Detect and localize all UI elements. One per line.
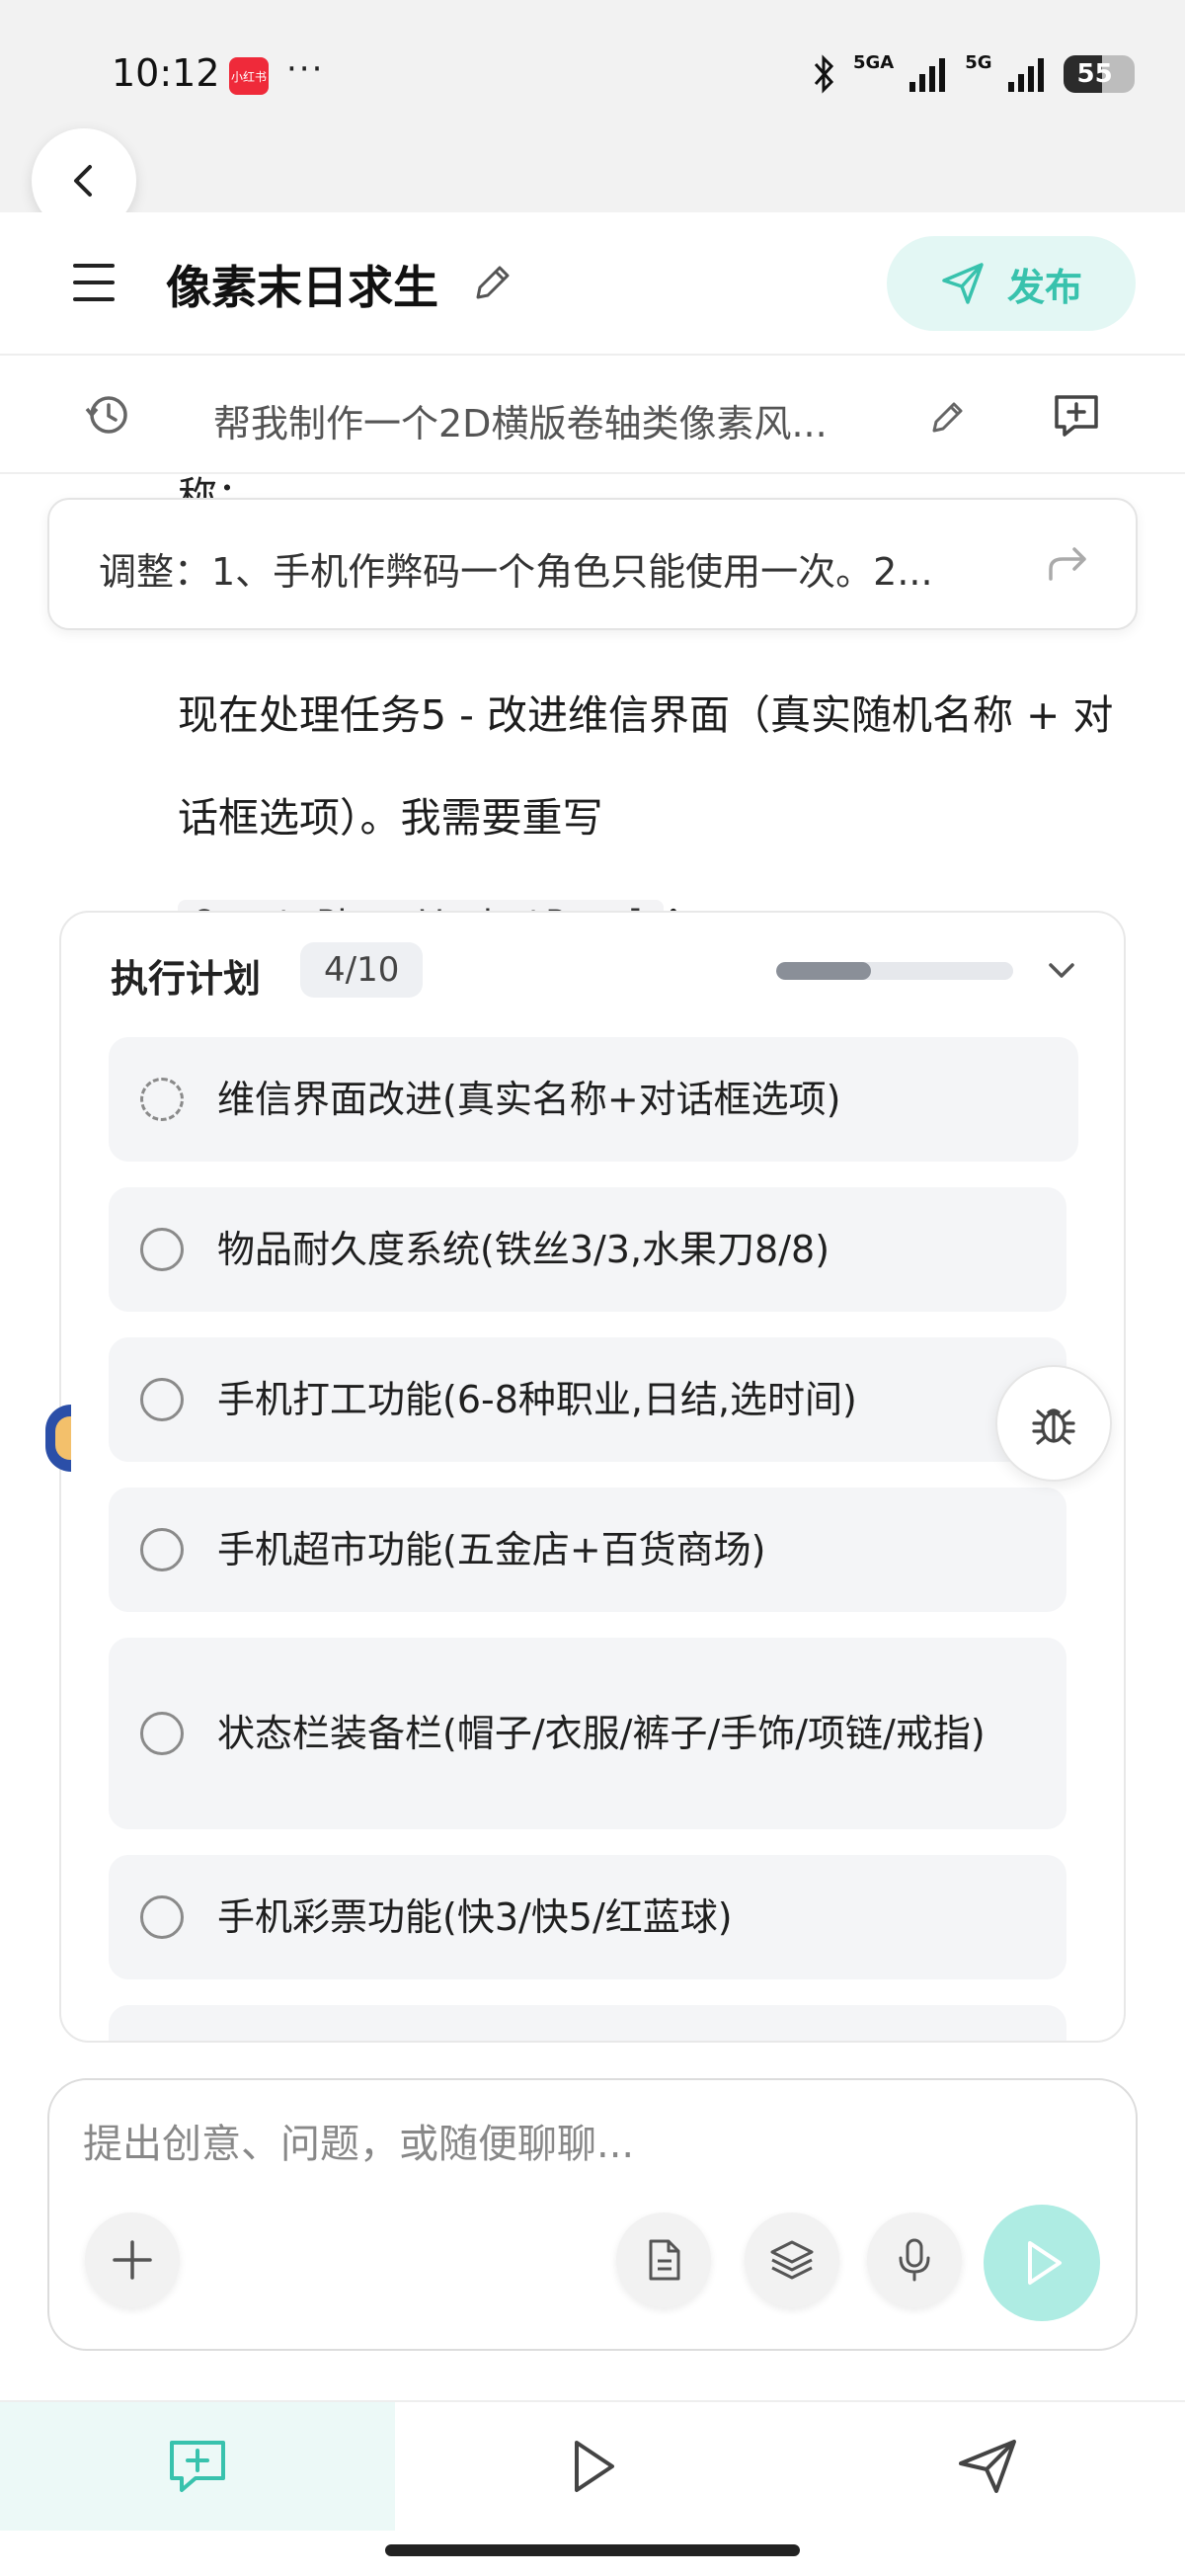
edit-task-icon[interactable] <box>926 395 970 439</box>
chat-area: 称： 调整：1、手机作弊码一个角色只能使用一次。2... 现在处理任务5 - 改… <box>0 474 1185 2074</box>
share-icon[interactable] <box>1043 539 1092 589</box>
send-button[interactable] <box>984 2205 1100 2321</box>
pending-circle-icon <box>140 1528 184 1571</box>
document-icon <box>649 2239 680 2281</box>
pending-circle-icon <box>140 1712 184 1755</box>
plan-item[interactable]: 状态栏装备栏(帽子/衣服/裤子/手饰/项链/戒指) <box>109 1638 1066 1829</box>
nav-tab-chat[interactable] <box>0 2402 395 2531</box>
app-header: 像素末日求生 发布 <box>0 212 1185 356</box>
send-icon <box>942 263 984 304</box>
chevron-down-icon[interactable] <box>1043 952 1080 990</box>
plan-progress-fill <box>776 962 871 980</box>
play-icon <box>575 2441 614 2492</box>
bottom-navigation <box>0 2400 1185 2576</box>
plan-item-label: 状态栏装备栏(帽子/衣服/裤子/手饰/项链/戒指) <box>217 1712 986 1755</box>
in-progress-icon <box>140 1078 184 1121</box>
execution-plan-card: 执行计划 4/10 维信界面改进(真实名称+对话框选项) 物品耐久度系统(铁丝3… <box>59 911 1126 2043</box>
edit-title-icon[interactable] <box>470 260 515 305</box>
adjust-card[interactable]: 调整：1、手机作弊码一个角色只能使用一次。2... <box>47 498 1138 630</box>
plan-item[interactable]: 物品耐久度系统(铁丝3/3,水果刀8/8) <box>109 1187 1066 1312</box>
chevron-left-icon <box>74 165 92 197</box>
message-input[interactable] <box>83 2122 1070 2167</box>
plan-item[interactable]: 手机超市功能(五金店+百货商场) <box>109 1488 1066 1612</box>
message-text: 现在处理任务5 - 改进维信界面（真实随机名称 + 对话框选项）。我需要重写 <box>178 691 1114 842</box>
battery-level: 55 <box>1076 59 1113 89</box>
add-button[interactable] <box>85 2213 180 2307</box>
plan-count-badge: 4/10 <box>300 942 424 998</box>
home-indicator[interactable] <box>385 2544 800 2556</box>
pending-circle-icon <box>140 1895 184 1939</box>
plan-item-label: 手机彩票功能(快3/快5/红蓝球) <box>217 1895 733 1939</box>
task-prompt[interactable]: 帮我制作一个2D横版卷轴类像素风... <box>213 393 905 447</box>
status-indicators: 5GA 5G 55 <box>810 49 1135 99</box>
plan-title: 执行计划 <box>111 957 262 1001</box>
plan-item-label: 物品耐久度系统(铁丝3/3,水果刀8/8) <box>217 1228 830 1271</box>
menu-icon[interactable] <box>73 264 115 303</box>
network-label-2: 5G <box>965 51 992 73</box>
plan-item-label: 手机打工功能(6-8种职业,日结,选时间) <box>217 1378 857 1421</box>
publish-button[interactable]: 发布 <box>887 236 1136 331</box>
signal-icon <box>909 58 946 92</box>
layers-icon <box>770 2240 814 2280</box>
signal-icon-2 <box>1007 58 1044 92</box>
send-icon <box>959 2440 1016 2493</box>
microphone-button[interactable] <box>867 2213 962 2307</box>
plan-progress-bar <box>776 962 1013 980</box>
layers-button[interactable] <box>745 2213 839 2307</box>
bluetooth-icon <box>814 54 834 94</box>
bug-icon <box>1032 1409 1075 1445</box>
nav-tab-publish[interactable] <box>790 2402 1185 2531</box>
publish-label: 发布 <box>1006 265 1082 309</box>
app-notification-badge: 小红书 <box>229 57 269 95</box>
page-title: 像素末日求生 <box>166 261 438 314</box>
plan-list: 维信界面改进(真实名称+对话框选项) 物品耐久度系统(铁丝3/3,水果刀8/8)… <box>109 1037 1078 2041</box>
new-chat-icon[interactable] <box>1051 389 1102 441</box>
plan-item[interactable]: 维信界面改进(真实名称+对话框选项) <box>109 1037 1078 1162</box>
document-button[interactable] <box>616 2213 711 2307</box>
play-icon <box>1028 2241 1062 2285</box>
plan-item-label: 维信界面改进(真实名称+对话框选项) <box>217 1078 841 1121</box>
task-bar: 帮我制作一个2D横版卷轴类像素风... <box>0 358 1185 474</box>
plan-item[interactable]: 手机打工功能(6-8种职业,日结,选时间) <box>109 1337 1066 1462</box>
pending-circle-icon <box>140 1378 184 1421</box>
plan-item[interactable]: 手机彩票功能(快3/快5/红蓝球) <box>109 1855 1066 1979</box>
network-label-1: 5GA <box>853 51 895 73</box>
status-bar: 10:12 小红书 ··· 5GA 5G 55 <box>0 0 1185 212</box>
plan-item-label: 手机超市功能(五金店+百货商场) <box>217 1528 766 1571</box>
nav-tab-play[interactable] <box>395 2402 790 2531</box>
microphone-icon <box>899 2238 930 2282</box>
more-notifications-indicator: ··· <box>286 49 325 89</box>
debug-button[interactable] <box>995 1365 1112 1482</box>
status-time: 10:12 <box>112 51 220 95</box>
plan-item-peek <box>109 2005 1066 2041</box>
history-icon[interactable] <box>83 391 130 439</box>
battery-icon: 55 <box>1063 55 1135 93</box>
pending-circle-icon <box>140 1228 184 1271</box>
message-composer <box>47 2078 1138 2351</box>
chat-add-icon <box>170 2441 225 2492</box>
plus-icon <box>113 2240 152 2280</box>
adjust-card-text: 调整：1、手机作弊码一个角色只能使用一次。2... <box>99 550 933 594</box>
